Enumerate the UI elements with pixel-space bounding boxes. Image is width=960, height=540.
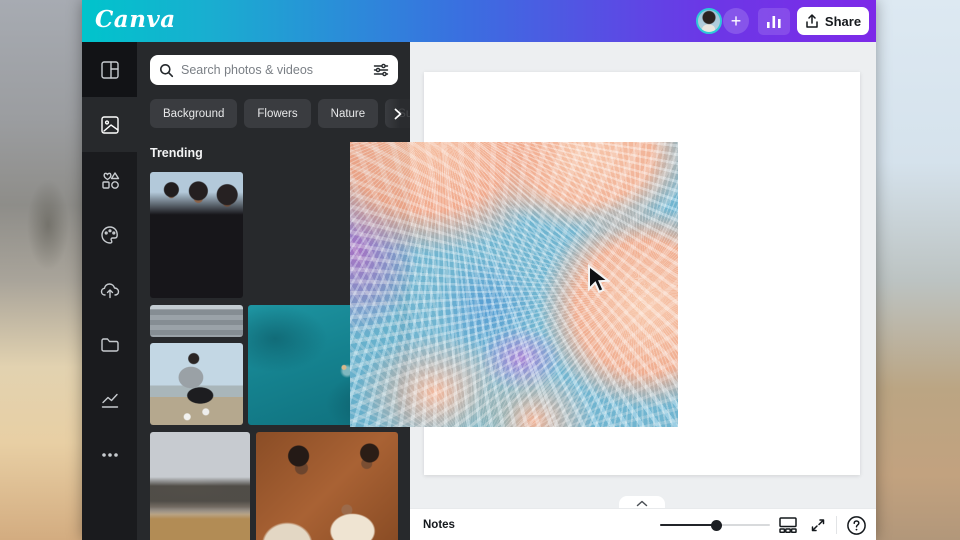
photos-icon <box>100 115 119 134</box>
photo-thumbnail-family-with-baby[interactable] <box>256 432 398 540</box>
mouse-cursor-icon <box>588 264 611 294</box>
expand-arrows-icon <box>811 519 825 532</box>
chevron-up-icon <box>636 500 648 507</box>
canva-logo[interactable]: Canva <box>95 6 176 33</box>
charts-icon <box>101 393 118 408</box>
create-new-button[interactable]: + <box>723 8 749 34</box>
chip-nature[interactable]: Nature <box>317 99 379 128</box>
insights-button[interactable] <box>758 8 790 35</box>
chip-flowers[interactable]: Flowers <box>244 99 311 128</box>
photo-thumbnail-woman-in-hijab[interactable] <box>150 343 243 425</box>
sidebar-item-charts[interactable] <box>82 372 137 427</box>
bottom-bar: Notes <box>410 508 876 540</box>
chip-background[interactable]: Background <box>150 99 238 128</box>
blurred-desktop-right <box>876 0 960 540</box>
styles-palette-icon <box>100 225 118 244</box>
zoom-slider[interactable] <box>660 519 770 531</box>
bar-chart-icon <box>767 15 781 28</box>
share-button-label: Share <box>824 13 862 29</box>
elements-icon <box>101 171 119 189</box>
sidebar-item-more[interactable] <box>82 427 137 482</box>
photo-thumbnail-concrete-building[interactable] <box>150 305 243 337</box>
pages-grid-icon <box>779 517 797 533</box>
fullscreen-button[interactable] <box>806 513 830 537</box>
zoom-slider-fill <box>660 524 716 526</box>
user-avatar[interactable] <box>696 8 722 34</box>
zoom-slider-thumb[interactable] <box>711 519 722 531</box>
photo-thumbnail-three-people-portrait[interactable] <box>150 172 243 298</box>
top-bar: Canva + Share <box>82 0 876 42</box>
search-input[interactable] <box>181 63 366 77</box>
sidebar-item-elements[interactable] <box>82 152 137 207</box>
search-icon <box>160 63 174 77</box>
design-templates-icon <box>100 60 119 79</box>
photo-thumbnail-mountain-landscape[interactable] <box>150 432 250 540</box>
plus-icon: + <box>730 11 742 31</box>
uploads-cloud-icon <box>100 282 119 298</box>
share-button[interactable]: Share <box>797 7 869 35</box>
sidebar-item-styles[interactable] <box>82 207 137 262</box>
sidebar-item-design[interactable] <box>82 42 137 97</box>
more-dots-icon <box>101 452 118 457</box>
notes-button[interactable]: Notes <box>423 509 455 540</box>
help-button[interactable] <box>844 513 868 537</box>
screenshot-stage: Canva + Share Search photos & videos Bac… <box>0 0 960 540</box>
chevron-right-icon <box>394 108 401 119</box>
sidebar-rail <box>82 42 137 540</box>
blurred-desktop-left <box>0 0 84 540</box>
sidebar-item-uploads[interactable] <box>82 262 137 317</box>
grid-view-button[interactable] <box>776 513 800 537</box>
filter-chip-row: Background Flowers Nature Surf <box>150 99 410 128</box>
search-bar[interactable] <box>150 55 398 85</box>
folders-icon <box>100 337 119 352</box>
search-filters-icon[interactable] <box>373 63 389 77</box>
sidebar-item-photos[interactable] <box>82 97 137 152</box>
chips-scroll-right-button[interactable] <box>385 99 410 128</box>
help-icon <box>846 515 866 535</box>
sidebar-item-folders[interactable] <box>82 317 137 372</box>
section-title-trending: Trending <box>150 146 203 160</box>
share-upload-icon <box>806 13 818 28</box>
dragged-photo-pink-oyster-mushrooms[interactable] <box>350 142 678 427</box>
bottom-bar-divider <box>836 516 837 534</box>
